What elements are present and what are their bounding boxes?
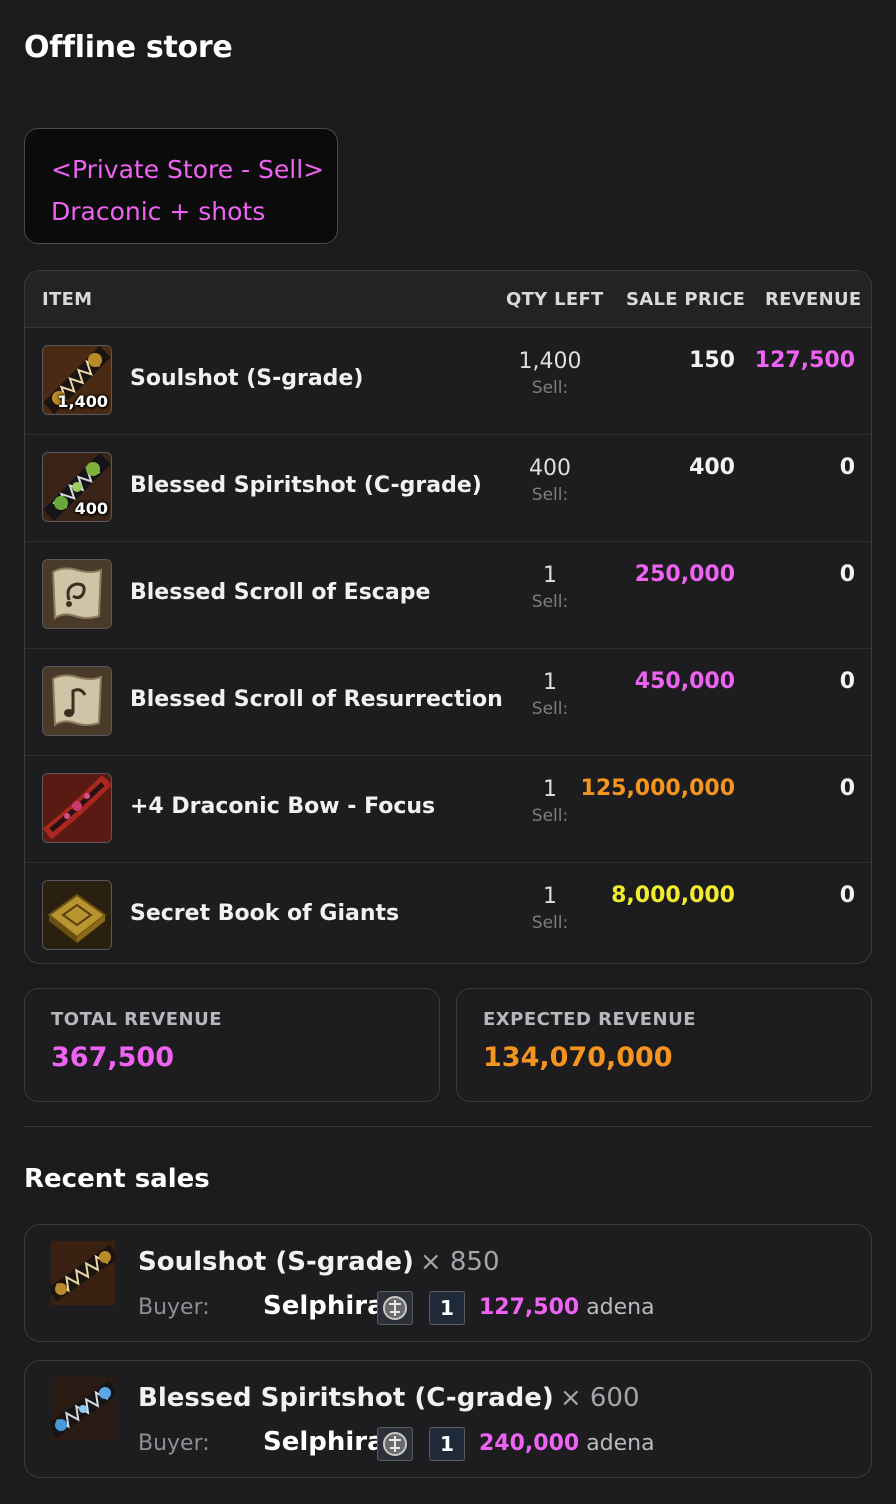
qty-left: 1 xyxy=(543,563,557,588)
store-items-table: ITEM QTY LEFT SALE PRICE REVENUE 1,400 S… xyxy=(24,270,872,964)
page-title: Offline store xyxy=(24,30,233,65)
buyer-name[interactable]: Selphira xyxy=(263,1427,385,1457)
currency-unit: adena xyxy=(586,1295,655,1320)
sell-label: Sell: xyxy=(531,699,569,719)
rank-badge: 1 xyxy=(429,1427,465,1461)
sale-amount: 127,500 adena xyxy=(479,1295,655,1320)
divider xyxy=(24,1126,872,1127)
total-revenue-value: 367,500 xyxy=(51,1042,174,1073)
sale-item-name: Blessed Spiritshot (C-grade) × 600 xyxy=(138,1383,640,1413)
sell-label: Sell: xyxy=(531,485,569,505)
sell-label: Sell: xyxy=(531,806,569,826)
store-message-line1: <Private Store - Sell> xyxy=(51,155,325,184)
item-name: +4 Draconic Bow - Focus xyxy=(130,794,436,819)
revenue: 0 xyxy=(839,562,855,587)
sale-entry: Blessed Spiritshot (C-grade) × 600 Buyer:… xyxy=(24,1360,872,1478)
table-row: 400 Blessed Spiritshot (C-grade) 400 Sel… xyxy=(25,435,871,542)
qty-left: 1 xyxy=(543,884,557,909)
revenue: 127,500 xyxy=(754,348,855,373)
header-sale-price: SALE PRICE xyxy=(626,289,746,310)
table-header: ITEM QTY LEFT SALE PRICE REVENUE xyxy=(25,271,871,328)
stack-count: 400 xyxy=(74,499,108,518)
stack-count: 1,400 xyxy=(57,392,108,411)
sale-amount: 240,000 adena xyxy=(479,1431,655,1456)
total-revenue-card: TOTAL REVENUE 367,500 xyxy=(24,988,440,1102)
item-name: Secret Book of Giants xyxy=(130,901,400,926)
qty-left: 1 xyxy=(543,670,557,695)
table-row: Blessed Scroll of Resurrection 1 Sell: 4… xyxy=(25,649,871,756)
sale-quantity: × 600 xyxy=(559,1383,640,1413)
qty-left: 400 xyxy=(529,456,571,481)
qty-left: 1,400 xyxy=(518,349,582,374)
expected-revenue-card: EXPECTED REVENUE 134,070,000 xyxy=(456,988,872,1102)
currency-unit: adena xyxy=(586,1431,655,1456)
expected-revenue-value: 134,070,000 xyxy=(483,1042,673,1073)
sale-price: 250,000 xyxy=(634,562,735,587)
sale-price: 400 xyxy=(689,455,735,480)
buyer-name[interactable]: Selphira xyxy=(263,1291,385,1321)
revenue: 0 xyxy=(839,776,855,801)
rank-badge: 1 xyxy=(429,1291,465,1325)
clan-crest-icon xyxy=(377,1427,413,1461)
sale-item-label: Soulshot (S-grade) xyxy=(138,1247,414,1277)
table-row: +4 Draconic Bow - Focus 1 Sell: 125,000,… xyxy=(25,756,871,863)
table-row: 1,400 Soulshot (S-grade) 1,400 Sell: 150… xyxy=(25,328,871,435)
sale-quantity: × 850 xyxy=(419,1247,500,1277)
sell-label: Sell: xyxy=(531,378,569,398)
table-row: Blessed Scroll of Escape 1 Sell: 250,000… xyxy=(25,542,871,649)
soulshot-icon xyxy=(47,1241,119,1305)
sale-item-name: Soulshot (S-grade) × 850 xyxy=(138,1247,500,1277)
item-name: Blessed Spiritshot (C-grade) xyxy=(130,473,482,498)
sell-label: Sell: xyxy=(531,592,569,612)
recent-sales-title: Recent sales xyxy=(24,1164,210,1194)
header-item: ITEM xyxy=(42,289,93,310)
header-qty-left: QTY LEFT xyxy=(506,289,604,310)
revenue: 0 xyxy=(839,669,855,694)
book-icon xyxy=(42,880,112,950)
sale-item-label: Blessed Spiritshot (C-grade) xyxy=(138,1383,554,1413)
store-message-line2: Draconic + shots xyxy=(51,197,266,226)
sale-price: 125,000,000 xyxy=(580,776,735,801)
revenue: 0 xyxy=(839,455,855,480)
revenue: 0 xyxy=(839,883,855,908)
bow-icon xyxy=(42,773,112,843)
total-revenue-label: TOTAL REVENUE xyxy=(51,1009,222,1030)
expected-revenue-label: EXPECTED REVENUE xyxy=(483,1009,697,1030)
sale-amount-value: 127,500 xyxy=(479,1295,580,1320)
clan-crest-icon xyxy=(377,1291,413,1325)
sale-entry: Soulshot (S-grade) × 850 Buyer: Selphira … xyxy=(24,1224,872,1342)
sale-price: 8,000,000 xyxy=(611,883,735,908)
sale-price: 450,000 xyxy=(634,669,735,694)
scroll-icon xyxy=(42,559,112,629)
item-name: Blessed Scroll of Resurrection xyxy=(130,687,503,712)
item-name: Blessed Scroll of Escape xyxy=(130,580,431,605)
spiritshot-icon xyxy=(47,1377,119,1441)
spiritshot-icon: 400 xyxy=(42,452,112,522)
soulshot-icon: 1,400 xyxy=(42,345,112,415)
item-name: Soulshot (S-grade) xyxy=(130,366,364,391)
buyer-label: Buyer: xyxy=(138,1295,210,1320)
sale-amount-value: 240,000 xyxy=(479,1431,580,1456)
header-revenue: REVENUE xyxy=(765,289,862,310)
store-message-box: <Private Store - Sell> Draconic + shots xyxy=(24,128,338,244)
sale-price: 150 xyxy=(689,348,735,373)
sell-label: Sell: xyxy=(531,913,569,933)
buyer-label: Buyer: xyxy=(138,1431,210,1456)
table-row: Secret Book of Giants 1 Sell: 8,000,000 … xyxy=(25,863,871,963)
scroll-icon xyxy=(42,666,112,736)
